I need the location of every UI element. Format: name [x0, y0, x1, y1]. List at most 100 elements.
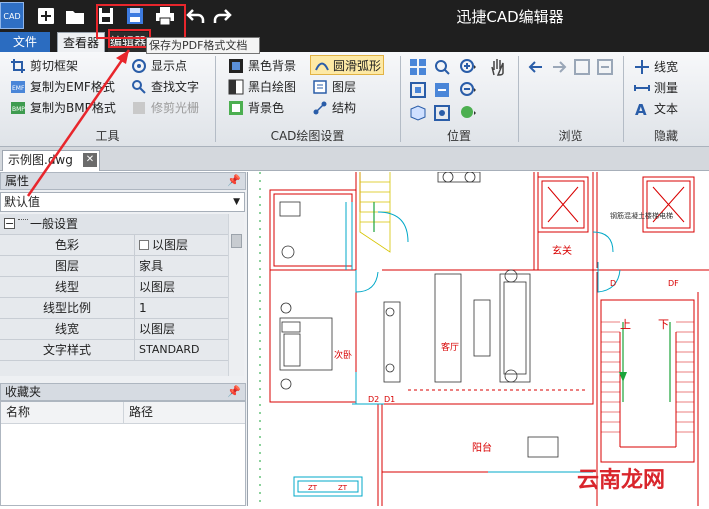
undo-icon[interactable]: [185, 5, 207, 27]
zoom-extents-icon[interactable]: [458, 103, 478, 123]
document-tab[interactable]: 示例图.dwg ✕: [2, 150, 100, 171]
new-icon[interactable]: [35, 5, 57, 27]
save-icon[interactable]: [95, 5, 117, 27]
group-label-browse: 浏览: [558, 129, 583, 143]
label-balcony: 阳台: [472, 441, 492, 454]
app-logo[interactable]: CAD: [0, 2, 24, 29]
real-size-icon[interactable]: [432, 80, 452, 100]
copy-bmp-button[interactable]: BMP 复制为BMP格式: [10, 98, 116, 118]
black-white-button[interactable]: 黑白绘图: [228, 77, 296, 97]
trim-raster-icon: [133, 102, 145, 114]
open-icon[interactable]: [64, 5, 86, 27]
crop-frame-button[interactable]: 剪切框架: [10, 56, 78, 76]
label-up: 上: [620, 318, 631, 331]
property-scrollbar[interactable]: [228, 214, 244, 376]
stair-wall: [600, 299, 695, 463]
smooth-arc-icon: [315, 62, 329, 71]
collapse-icon[interactable]: −: [4, 218, 15, 229]
label-living-room: 客厅: [441, 341, 459, 353]
label-note: 钢筋混凝土楼梯电梯: [610, 211, 673, 220]
show-points-button[interactable]: 显示点: [131, 56, 187, 76]
zoom-in-icon[interactable]: [458, 57, 478, 77]
favorites-table: 名称 路径: [0, 401, 246, 506]
ribbon: 剪切框架 EMF 复制为EMF格式 BMP 复制为BMP格式 显示点 查找文字 …: [0, 52, 709, 147]
layers-button[interactable]: 图层: [312, 77, 356, 97]
wall: [592, 172, 709, 271]
column-name[interactable]: 名称: [6, 402, 30, 423]
property-row[interactable]: 线型 以图层: [0, 277, 228, 298]
layers-icon: [313, 80, 327, 94]
text-button[interactable]: A 文本: [634, 99, 678, 119]
ribbon-tab-row: 文件 查看器 编辑器: [0, 32, 709, 52]
close-icon[interactable]: ✕: [83, 153, 97, 167]
window-title: 迅捷CAD编辑器: [456, 8, 564, 26]
property-section[interactable]: − 一般设置: [0, 214, 228, 235]
drawing-canvas[interactable]: 玄关 客厅 次卧 阳台 上 下 钢筋混凝土楼梯电梯 D2 D1 D DF ZT …: [247, 171, 709, 506]
zoom-window-icon[interactable]: [408, 57, 428, 77]
chevron-down-icon: ▼: [233, 197, 240, 207]
pan-hand-icon[interactable]: [488, 57, 508, 77]
black-white-icon: [228, 79, 244, 95]
find-text-button[interactable]: 查找文字: [131, 77, 199, 97]
copy-emf-button[interactable]: EMF 复制为EMF格式: [10, 77, 115, 97]
svg-text:EMF: EMF: [12, 85, 25, 92]
watermark: 云南龙网: [577, 468, 666, 493]
elevator-cross: [547, 186, 579, 223]
tab-viewer[interactable]: 查看器: [57, 32, 105, 52]
structure-icon: [313, 101, 327, 115]
property-row[interactable]: 线型比例 1: [0, 298, 228, 319]
document-tab-bar: 示例图.dwg ✕: [0, 147, 709, 171]
measure-icon: [634, 85, 650, 91]
title-bar: CAD 迅捷CAD编辑器: [0, 0, 709, 32]
label-door-df: DF: [668, 279, 679, 288]
text-icon: A: [635, 101, 647, 117]
property-row[interactable]: 线宽 以图层: [0, 319, 228, 340]
trim-raster-button[interactable]: 修剪光栅: [131, 98, 199, 118]
arrow-left-icon[interactable]: [526, 57, 546, 77]
property-grid: − 一般设置 色彩 以图层 图层 家具 线型 以图层 线型比例 1 线宽 以图层…: [0, 214, 228, 376]
property-row[interactable]: 文字样式 STANDARD: [0, 340, 228, 361]
tooltip: 保存为PDF格式文档: [146, 37, 260, 54]
structure-button[interactable]: 结构: [312, 98, 356, 118]
label-second-bedroom: 次卧: [334, 349, 352, 361]
label-down: 下: [658, 318, 669, 331]
line-width-button[interactable]: 线宽: [634, 57, 678, 77]
properties-header: 属性 📌: [0, 172, 246, 190]
scrollbar-thumb[interactable]: [231, 234, 242, 248]
save-as-pdf-icon[interactable]: [124, 5, 146, 27]
stair-wall: [619, 332, 677, 448]
stair-steps: [601, 321, 694, 433]
measure-button[interactable]: 测量: [634, 78, 678, 98]
crop-frame-icon: [11, 59, 25, 73]
color-swatch: [139, 240, 149, 250]
restore-view-icon[interactable]: [595, 57, 615, 77]
property-row[interactable]: 色彩 以图层: [0, 235, 228, 256]
favorites-table-header: 名称 路径: [1, 402, 245, 424]
group-label-hide: 隐藏: [653, 129, 678, 143]
zoom-out-icon[interactable]: [458, 80, 478, 100]
group-label-position: 位置: [446, 129, 471, 143]
line-width-icon: [635, 60, 649, 74]
print-icon[interactable]: [154, 5, 176, 27]
zoom-region-icon[interactable]: [432, 57, 452, 77]
background-color-button[interactable]: 背景色: [228, 98, 284, 118]
redo-icon[interactable]: [211, 5, 233, 27]
svg-text:BMP: BMP: [12, 106, 25, 113]
view-3d-icon[interactable]: [408, 103, 428, 123]
black-background-button[interactable]: 黑色背景: [228, 56, 296, 76]
pin-icon[interactable]: 📌: [227, 384, 241, 400]
pin-icon[interactable]: 📌: [227, 173, 241, 189]
fit-to-window-icon[interactable]: [408, 80, 428, 100]
orbit-icon[interactable]: [432, 103, 452, 123]
tab-file[interactable]: 文件: [0, 32, 50, 52]
label-door-d1: D1: [384, 395, 395, 404]
arrow-right-icon[interactable]: [549, 57, 569, 77]
rotate-icon[interactable]: [572, 57, 592, 77]
tab-editor[interactable]: 编辑器: [108, 32, 148, 52]
label-door-d2: D2: [368, 395, 379, 404]
smooth-arc-button[interactable]: 圆滑弧形: [310, 55, 384, 75]
svg-text:A: A: [635, 101, 647, 117]
properties-combo[interactable]: 默认值 ▼: [0, 192, 245, 212]
column-path[interactable]: 路径: [129, 402, 153, 423]
property-row[interactable]: 图层 家具: [0, 256, 228, 277]
